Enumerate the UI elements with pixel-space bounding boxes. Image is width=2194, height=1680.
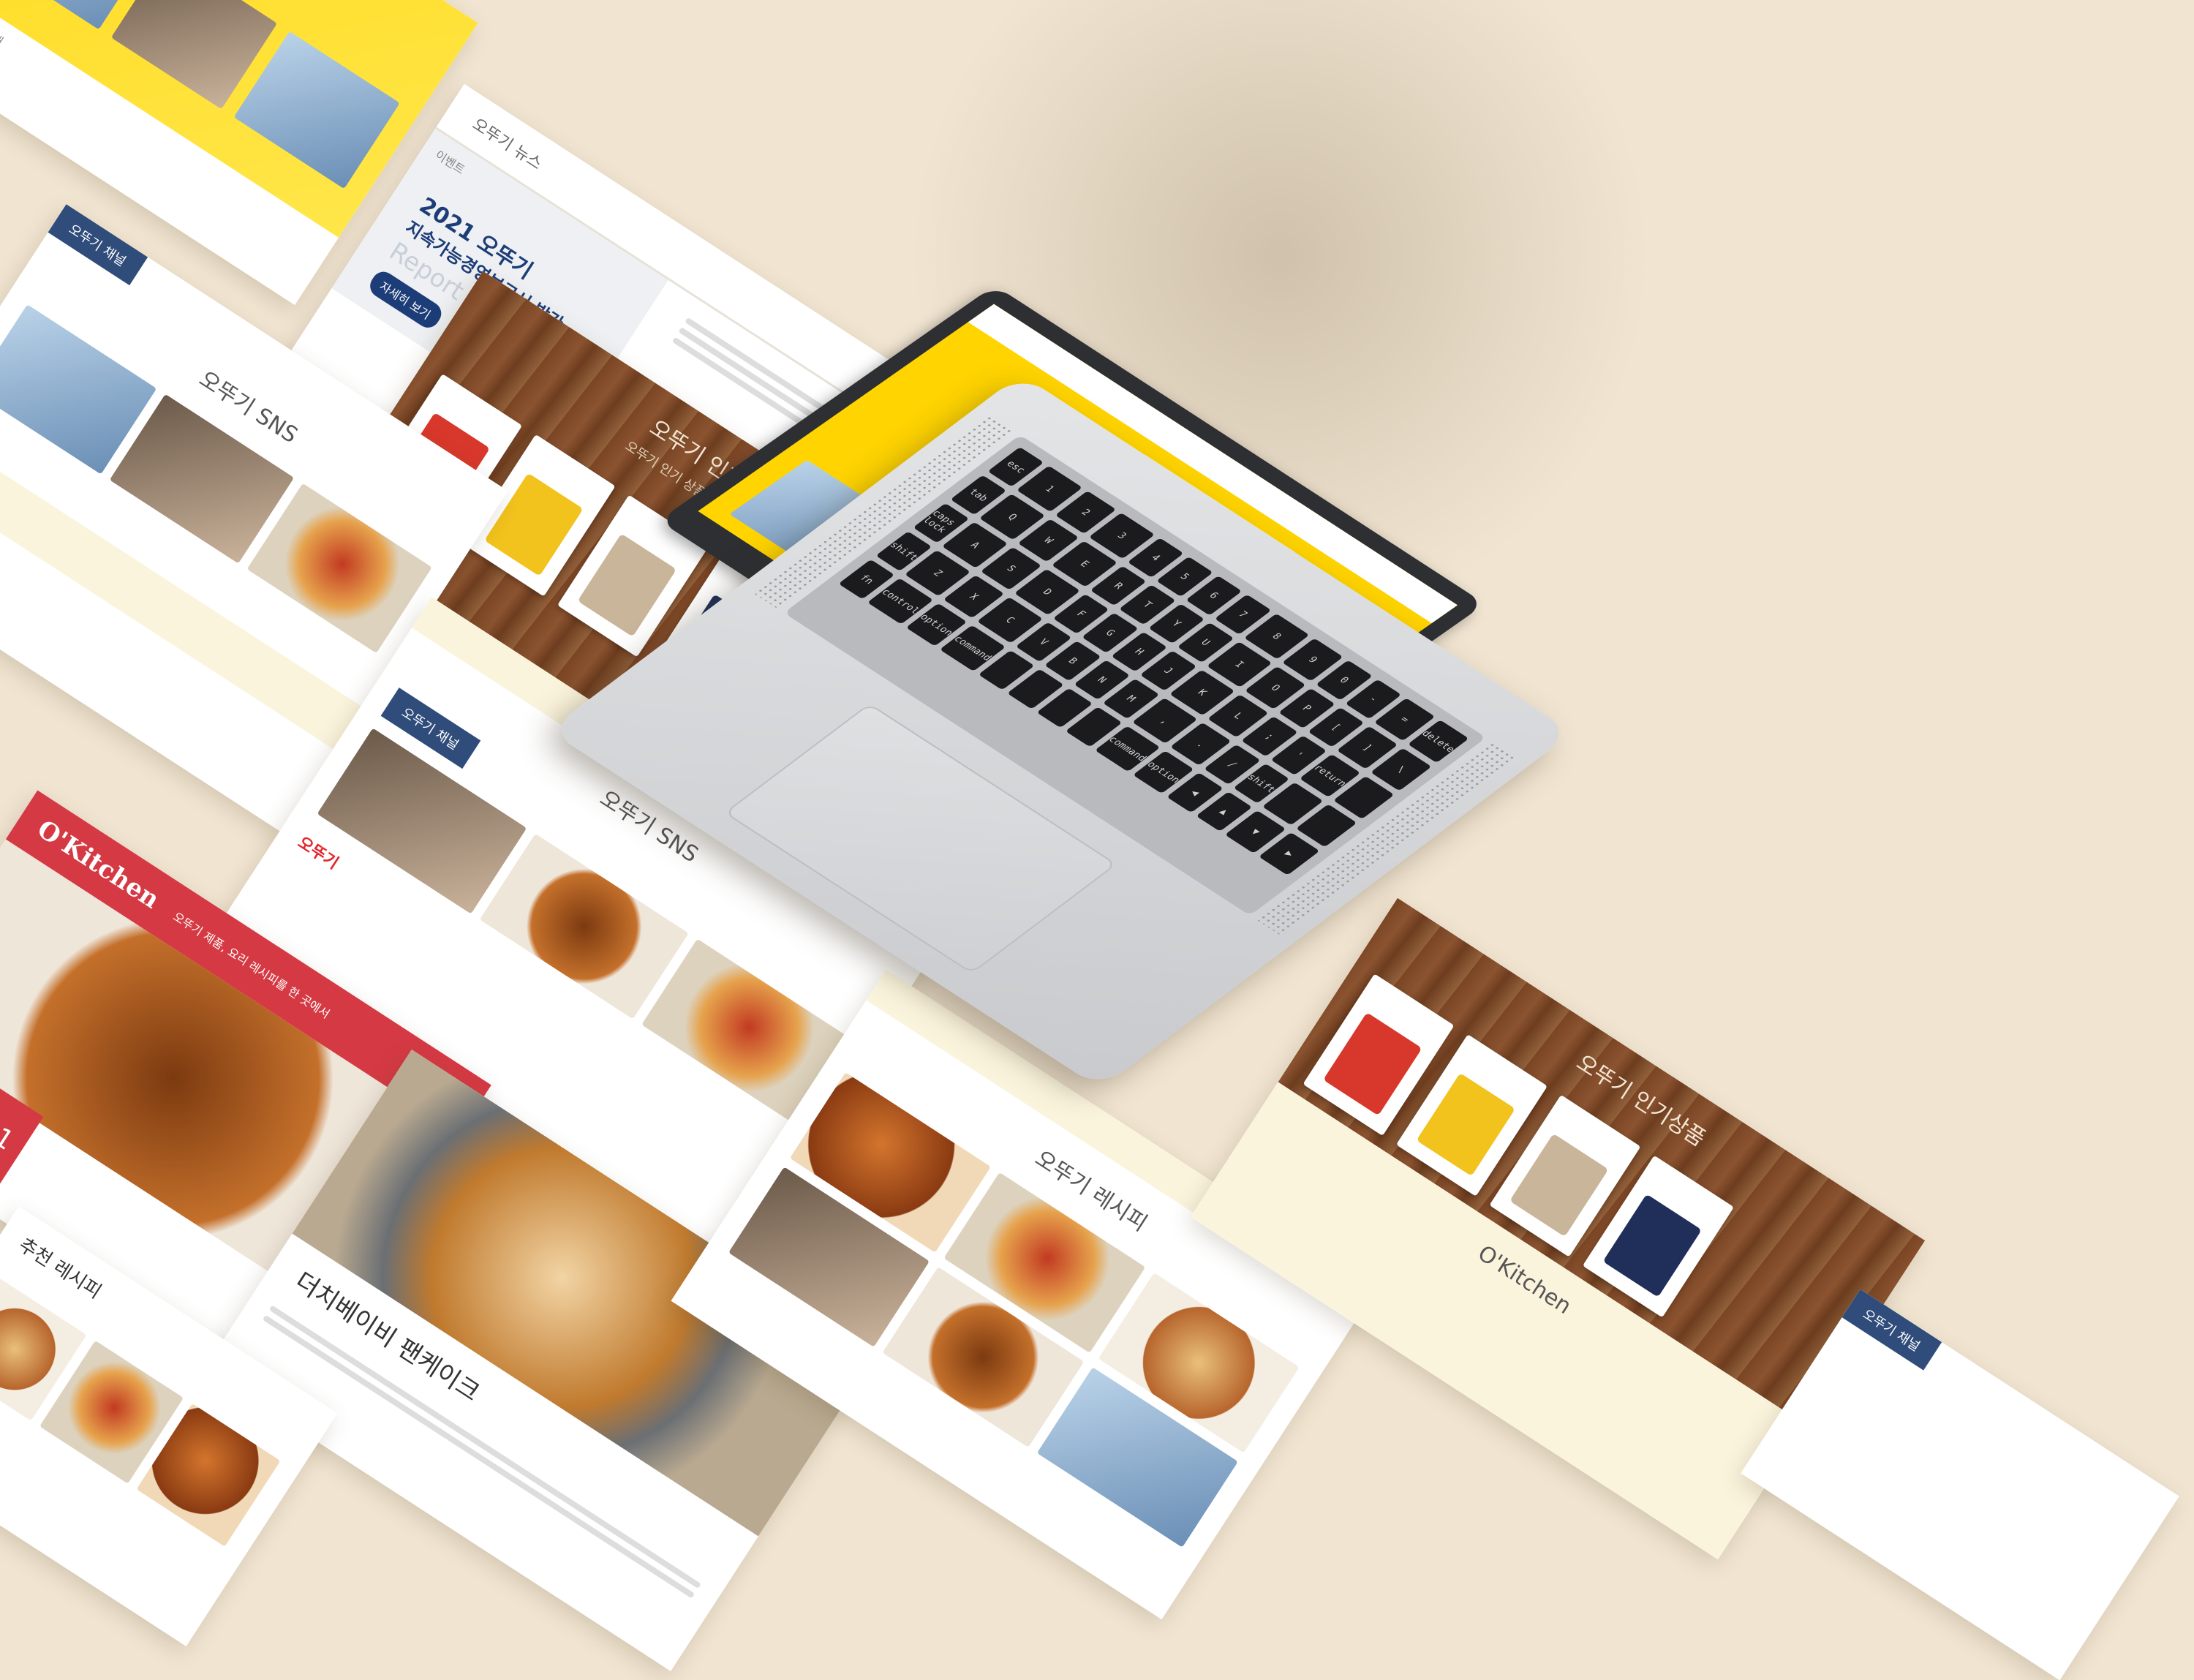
dumpling-pack-icon: [577, 533, 677, 637]
jar-icon: [1602, 1194, 1702, 1297]
sns-channel-tab[interactable]: 오뚜기 채널: [1841, 1289, 1942, 1371]
noodle-pack-icon: [1416, 1072, 1515, 1177]
event-label: 이벤트: [432, 148, 468, 178]
date-count: 1: [0, 1121, 19, 1156]
new-products-label: 신제품 소개: [0, 6, 6, 49]
dumpling-pack-icon: [1509, 1133, 1609, 1237]
hero-photo: [233, 31, 400, 189]
sauce-jar-icon: [1323, 1012, 1422, 1116]
